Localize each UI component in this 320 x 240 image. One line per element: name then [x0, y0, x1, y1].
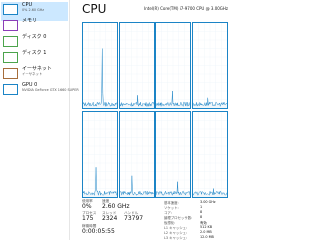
spec-value: 8: [200, 215, 203, 219]
sidebar-item-detail: イーサネット: [22, 72, 43, 76]
speed-value: 2.60 GHz: [102, 203, 130, 210]
sidebar-item-label: ディスク 1: [22, 50, 47, 56]
core-graph-0: [82, 22, 118, 109]
disk-0-thumbnail: [3, 36, 18, 47]
threads-value: 2324: [102, 215, 118, 222]
handles-value: 73797: [124, 215, 144, 222]
cpu-model-name: Intel(R) Core(TM) i7-9700 CPU @ 3.00GHz: [144, 6, 228, 11]
core-graph-3: [191, 22, 228, 109]
core-graph-7: [191, 111, 228, 198]
core-graph-5: [118, 111, 155, 198]
core-graph-6: [155, 111, 191, 198]
cpu-thumbnail: [3, 4, 18, 15]
spec-label: L3 キャッシュ:: [164, 236, 188, 240]
spec-value: 1: [200, 205, 203, 209]
spec-value: 2.0 MB: [200, 230, 212, 234]
core-graph-grid: [82, 22, 228, 198]
spec-value: 3.00 GHz: [200, 200, 216, 204]
cpu-performance-panel: CPU Intel(R) Core(TM) i7-9700 CPU @ 3.00…: [70, 0, 240, 240]
page-title: CPU: [82, 2, 107, 16]
uptime-value: 0:00:05:55: [82, 228, 115, 235]
core-graph-2: [155, 22, 191, 109]
gpu-thumbnail: [3, 84, 18, 95]
core-graph-4: [82, 111, 118, 198]
core-graph-1: [118, 22, 155, 109]
spec-value: 512 KB: [200, 225, 213, 229]
cpu-stats: 使用率 0% 速度 2.60 GHz プロセス 175 スレッド 2324 ハン…: [82, 199, 232, 240]
utilization-value: 0%: [82, 203, 92, 210]
sidebar-item-label: ディスク 0: [22, 34, 47, 40]
spec-value: 8: [200, 210, 203, 214]
resource-sidebar: CPU 0% 2.60 GHz メモリ ディスク 0 ディスク 1 イーサネット…: [0, 0, 79, 240]
sidebar-item-detail: 0% 2.60 GHz: [22, 8, 45, 12]
spec-value: 12.0 MB: [200, 235, 214, 239]
sidebar-item-label: メモリ: [22, 18, 38, 24]
sidebar-item-gpu-0[interactable]: GPU 0 NVIDIA GeForce GTX 1660 SUPER: [1, 82, 79, 101]
disk-1-thumbnail: [3, 52, 18, 63]
memory-thumbnail: [3, 20, 18, 31]
processes-value: 175: [82, 215, 94, 222]
ethernet-thumbnail: [3, 68, 18, 79]
